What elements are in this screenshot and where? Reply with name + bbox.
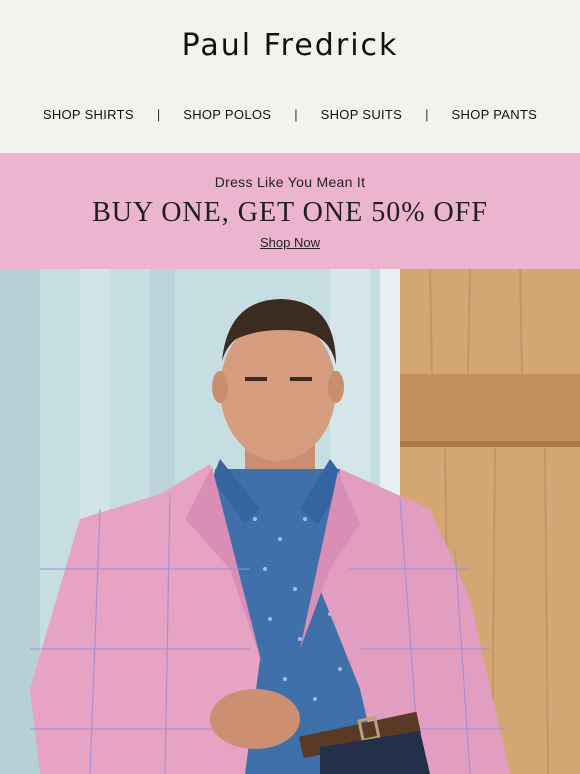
promo-headline: BUY ONE, GET ONE 50% OFF (92, 197, 488, 228)
shop-now-link[interactable]: Shop Now (260, 235, 320, 250)
hero-image[interactable] (0, 269, 580, 774)
email-header: Paul Fredrick SHOP SHIRTS | SHOP POLOS |… (0, 0, 580, 153)
nav-shop-pants[interactable]: SHOP PANTS (452, 107, 538, 122)
brand-logo[interactable]: Paul Fredrick (0, 28, 580, 63)
nav-shop-suits[interactable]: SHOP SUITS (321, 107, 403, 122)
promo-banner[interactable]: Dress Like You Mean It BUY ONE, GET ONE … (0, 153, 580, 269)
nav-separator: | (156, 106, 161, 122)
nav-separator: | (294, 106, 298, 122)
hero-illustration (0, 269, 580, 774)
nav-shop-polos[interactable]: SHOP POLOS (183, 107, 271, 122)
category-nav: SHOP SHIRTS | SHOP POLOS | SHOP SUITS | … (0, 104, 580, 124)
promo-eyebrow: Dress Like You Mean It (214, 174, 366, 190)
nav-separator: | (425, 106, 429, 122)
nav-shop-shirts[interactable]: SHOP SHIRTS (43, 107, 134, 122)
